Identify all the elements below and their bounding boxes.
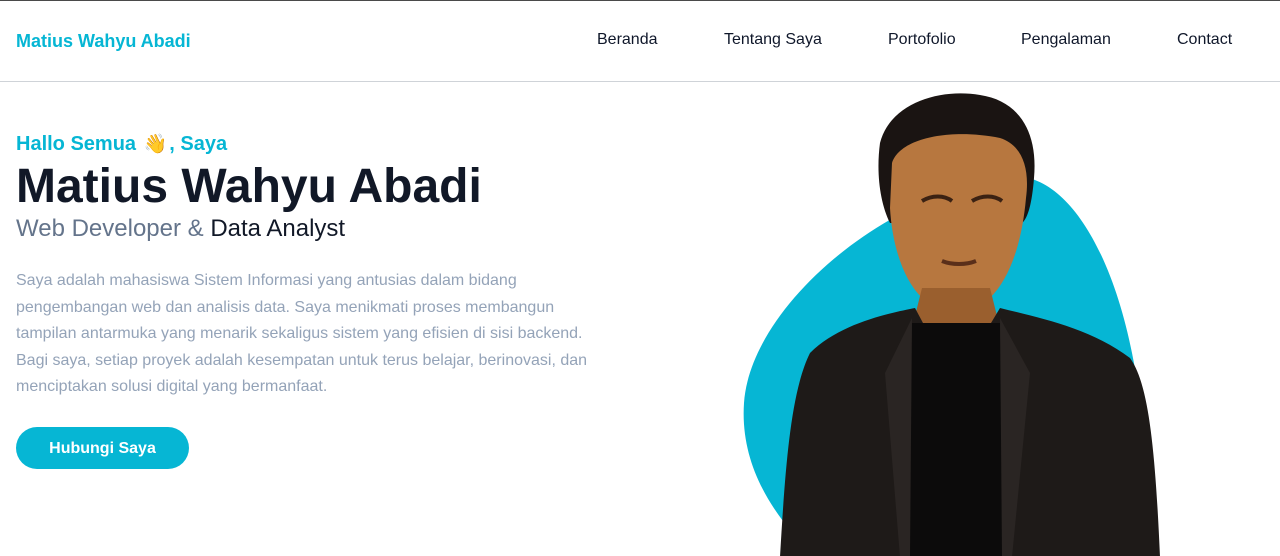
- hero-intro: Hallo Semua 👋, Saya Matius Wahyu Abadi W…: [16, 131, 616, 401]
- site-header: Matius Wahyu Abadi Beranda Tentang Saya …: [0, 1, 1280, 82]
- contact-button[interactable]: Hubungi Saya: [16, 427, 189, 469]
- nav-item-tentang-saya[interactable]: Tentang Saya: [724, 31, 822, 49]
- portrait-illustration: [743, 93, 1160, 556]
- greeting-suffix: , Saya: [169, 133, 228, 155]
- role-secondary: Data Analyst: [210, 215, 346, 242]
- page: Matius Wahyu Abadi Beranda Tentang Saya …: [0, 0, 1280, 556]
- hero-greeting: Hallo Semua 👋, Saya: [16, 131, 616, 158]
- nav-item-portofolio[interactable]: Portofolio: [888, 31, 956, 49]
- portrait-shirt: [905, 323, 1005, 556]
- nav-item-pengalaman[interactable]: Pengalaman: [1021, 31, 1111, 49]
- hero-name: Matius Wahyu Abadi: [16, 160, 482, 213]
- waving-hand-icon: 👋: [143, 134, 168, 155]
- role-primary: Web Developer &: [16, 215, 204, 242]
- hero-bio: Saya adalah mahasiswa Sistem Informasi y…: [16, 272, 588, 395]
- nav-item-beranda[interactable]: Beranda: [597, 31, 658, 49]
- greeting-text: Hallo Semua: [16, 133, 137, 155]
- hero-portrait: [700, 83, 1220, 556]
- portrait-neck: [912, 288, 1000, 328]
- hero-roles: Web Developer & Data Analyst: [16, 214, 616, 244]
- main-nav: Beranda Tentang Saya Portofolio Pengalam…: [0, 31, 1280, 55]
- nav-item-contact[interactable]: Contact: [1177, 31, 1232, 49]
